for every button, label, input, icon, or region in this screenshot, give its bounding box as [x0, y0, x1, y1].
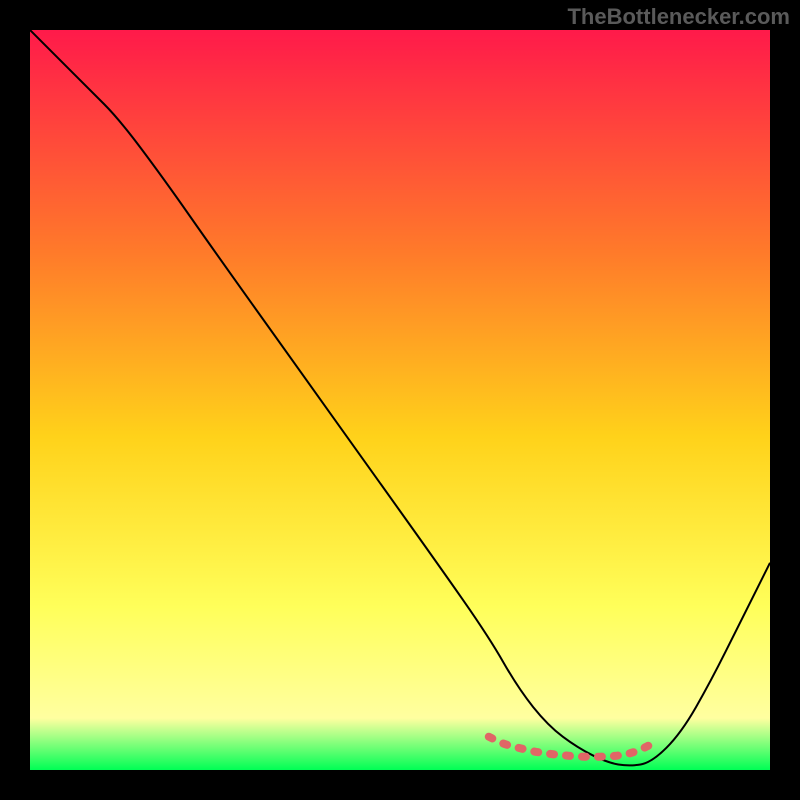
chart-plot-area — [30, 30, 770, 770]
watermark-text: TheBottlenecker.com — [567, 4, 790, 30]
chart-svg — [30, 30, 770, 770]
gradient-background — [30, 30, 770, 770]
